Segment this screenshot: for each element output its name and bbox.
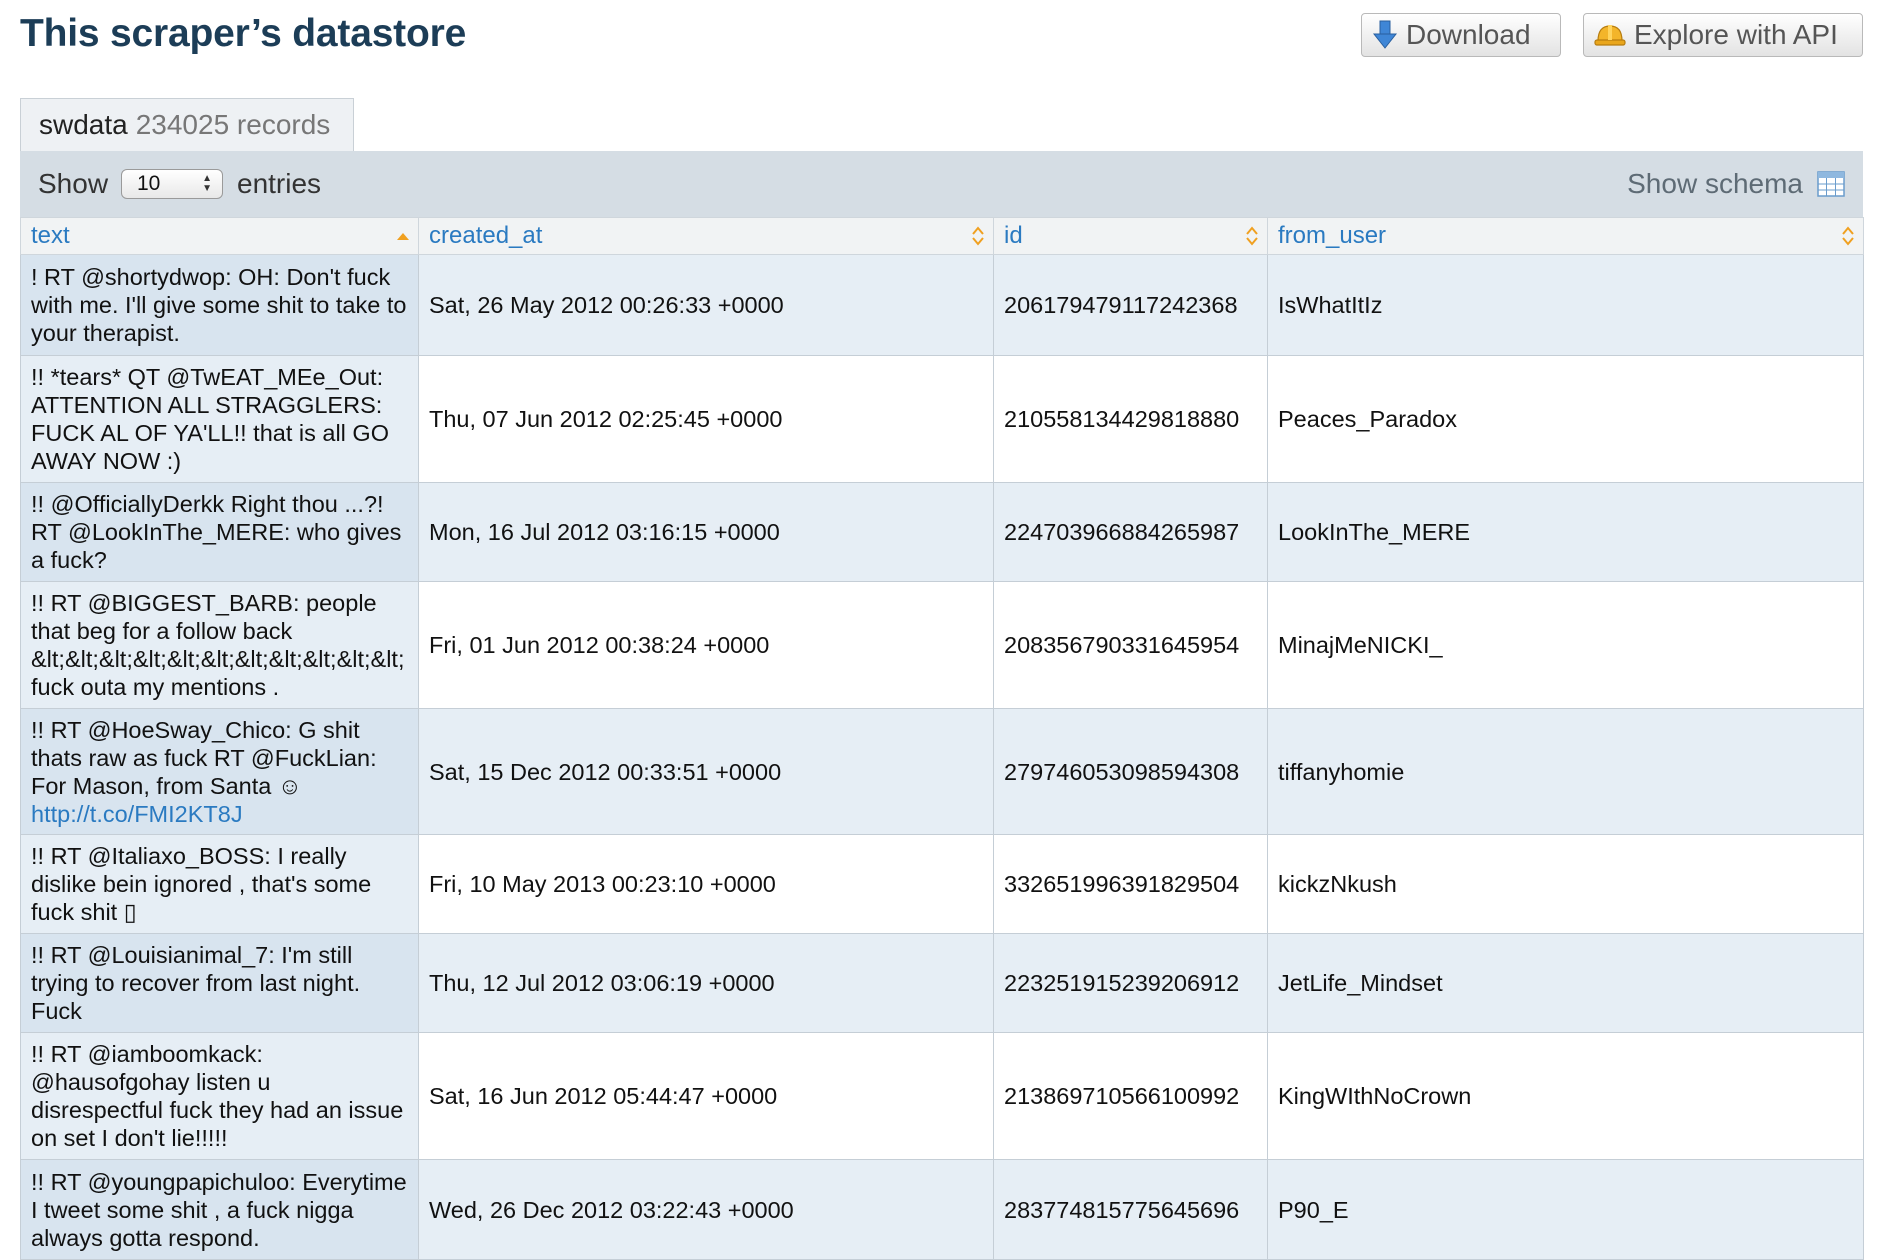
download-button-label: Download [1406, 19, 1531, 50]
cell-text: !! RT @Louisianimal_7: I'm still trying … [20, 933, 419, 1033]
entries-select[interactable]: 10 ▲ ▼ [121, 169, 223, 199]
cell-created-at: Fri, 10 May 2013 00:23:10 +0000 [418, 834, 994, 934]
cell-text: !! @OfficiallyDerkk Right thou ...?! RT … [20, 482, 419, 582]
column-header-id[interactable]: id [993, 217, 1268, 255]
table-row: !! RT @Louisianimal_7: I'm still trying … [20, 933, 1864, 1033]
datastore-page: This scraper’s datastore Download Explor… [0, 0, 1882, 1260]
table-header-row: text created_at id from_user [20, 217, 1864, 255]
table-grid-icon [1817, 171, 1845, 197]
table-toolbar: Show 10 ▲ ▼ entries Show schema [20, 151, 1863, 217]
sort-ascending-icon [396, 231, 410, 241]
data-table: text created_at id from_user ! RT @short… [20, 217, 1864, 1260]
sort-arrows-icon [1245, 225, 1259, 247]
column-header-text[interactable]: text [20, 217, 419, 255]
hard-hat-icon [1594, 21, 1626, 49]
cell-from-user: MinajMeNICKI_ [1267, 581, 1864, 709]
cell-from-user: tiffanyhomie [1267, 708, 1864, 835]
cell-text: !! RT @BIGGEST_BARB: people that beg for… [20, 581, 419, 709]
cell-text: !! *tears* QT @TwEAT_MEe_Out: ATTENTION … [20, 355, 419, 483]
table-row: !! RT @Italiaxo_BOSS: I really dislike b… [20, 834, 1864, 934]
table-row: !! @OfficiallyDerkk Right thou ...?! RT … [20, 482, 1864, 582]
show-label: Show [38, 168, 109, 199]
cell-created-at: Wed, 26 Dec 2012 03:22:43 +0000 [418, 1159, 994, 1260]
cell-from-user: IsWhatItIz [1267, 254, 1864, 356]
cell-from-user: LookInThe_MERE [1267, 482, 1864, 582]
tweet-link[interactable]: http://t.co/FMI2KT8J [31, 801, 243, 827]
sort-arrows-icon [1841, 225, 1855, 247]
cell-created-at: Sat, 15 Dec 2012 00:33:51 +0000 [418, 708, 994, 835]
download-button[interactable]: Download [1361, 13, 1561, 57]
column-header-from-user[interactable]: from_user [1267, 217, 1864, 255]
cell-from-user: KingWIthNoCrown [1267, 1032, 1864, 1160]
cell-id: 224703966884265987 [993, 482, 1268, 582]
entries-label: entries [237, 168, 322, 199]
cell-created-at: Sat, 16 Jun 2012 05:44:47 +0000 [418, 1032, 994, 1160]
explore-button-label: Explore with API [1634, 19, 1838, 50]
entries-select-value: 10 [137, 172, 161, 195]
tab-name: swdata [39, 109, 128, 140]
show-schema-link[interactable]: Show schema [1627, 168, 1845, 200]
cell-created-at: Sat, 26 May 2012 00:26:33 +0000 [418, 254, 994, 356]
table-row: !! RT @iamboomkack: @hausofgohay listen … [20, 1032, 1864, 1160]
table-row: ! RT @shortydwop: OH: Don't fuck with me… [20, 254, 1864, 356]
tab-swdata[interactable]: swdata 234025 records [20, 98, 354, 151]
cell-created-at: Thu, 12 Jul 2012 03:06:19 +0000 [418, 933, 994, 1033]
table-row: !! RT @HoeSway_Chico: G shit thats raw a… [20, 708, 1864, 835]
cell-id: 223251915239206912 [993, 933, 1268, 1033]
sort-arrows-icon [971, 225, 985, 247]
cell-created-at: Thu, 07 Jun 2012 02:25:45 +0000 [418, 355, 994, 483]
cell-created-at: Fri, 01 Jun 2012 00:38:24 +0000 [418, 581, 994, 709]
cell-id: 208356790331645954 [993, 581, 1268, 709]
cell-from-user: P90_E [1267, 1159, 1864, 1260]
cell-text: !! RT @youngpapichuloo: Everytime I twee… [20, 1159, 419, 1260]
cell-id: 213869710566100992 [993, 1032, 1268, 1160]
explore-api-button[interactable]: Explore with API [1583, 13, 1863, 57]
cell-text: !! RT @iamboomkack: @hausofgohay listen … [20, 1032, 419, 1160]
cell-from-user: kickzNkush [1267, 834, 1864, 934]
cell-text: !! RT @Italiaxo_BOSS: I really dislike b… [20, 834, 419, 934]
cell-id: 279746053098594308 [993, 708, 1268, 835]
cell-id: 210558134429818880 [993, 355, 1268, 483]
page-title: This scraper’s datastore [20, 12, 467, 55]
download-arrow-icon [1372, 20, 1398, 50]
table-row: !! *tears* QT @TwEAT_MEe_Out: ATTENTION … [20, 355, 1864, 483]
cell-from-user: Peaces_Paradox [1267, 355, 1864, 483]
table-row: !! RT @BIGGEST_BARB: people that beg for… [20, 581, 1864, 709]
chevron-updown-icon: ▲ ▼ [202, 173, 212, 194]
cell-text: ! RT @shortydwop: OH: Don't fuck with me… [20, 254, 419, 356]
table-row: !! RT @youngpapichuloo: Everytime I twee… [20, 1159, 1864, 1260]
cell-from-user: JetLife_Mindset [1267, 933, 1864, 1033]
cell-id: 206179479117242368 [993, 254, 1268, 356]
cell-id: 283774815775645696 [993, 1159, 1268, 1260]
cell-id: 332651996391829504 [993, 834, 1268, 934]
column-header-created-at[interactable]: created_at [418, 217, 994, 255]
cell-text: !! RT @HoeSway_Chico: G shit thats raw a… [20, 708, 419, 835]
show-schema-label: Show schema [1627, 168, 1803, 199]
tab-record-count: 234025 records [135, 109, 331, 140]
cell-created-at: Mon, 16 Jul 2012 03:16:15 +0000 [418, 482, 994, 582]
